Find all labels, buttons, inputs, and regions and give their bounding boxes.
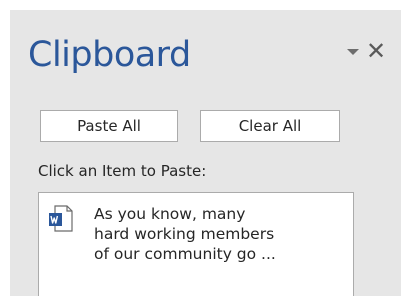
- clipboard-item[interactable]: As you know, many hard working members o…: [39, 193, 353, 295]
- paste-all-button[interactable]: Paste All: [40, 110, 178, 142]
- word-document-icon: [49, 205, 73, 232]
- paste-hint-label: Click an Item to Paste:: [38, 162, 207, 180]
- close-icon[interactable]: ✕: [364, 38, 388, 64]
- clipboard-items-list: As you know, many hard working members o…: [38, 192, 354, 296]
- pane-title: Clipboard: [28, 35, 191, 75]
- clipboard-item-text: As you know, many hard working members o…: [94, 205, 276, 263]
- clear-all-button[interactable]: Clear All: [200, 110, 340, 142]
- pane-options-dropdown-icon[interactable]: [345, 47, 359, 57]
